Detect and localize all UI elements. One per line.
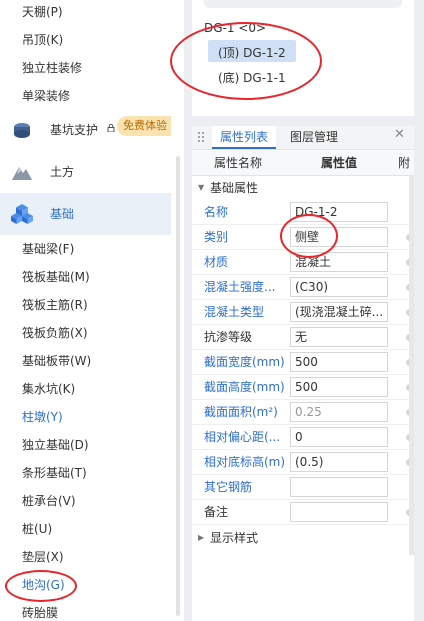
group-label: 显示样式 <box>210 531 259 545</box>
sidebar-item-pile[interactable]: 桩(U) <box>0 515 171 543</box>
sidebar-item-raft-main-rebar[interactable]: 筏板主筋(R) <box>0 291 171 319</box>
sidebar-item-isolated-footing[interactable]: 独立基础(D) <box>0 431 171 459</box>
tab-property-list[interactable]: 属性列表 <box>212 126 276 149</box>
property-name: 备注 <box>204 505 229 519</box>
close-icon[interactable]: ✕ <box>394 127 405 142</box>
property-name: 其它钢筋 <box>204 480 253 494</box>
property-value-input[interactable]: 500 <box>290 352 388 372</box>
property-row-other-rebar: 其它钢筋 <box>192 475 414 500</box>
column-header-value: 属性值 <box>321 156 358 170</box>
property-row-section-height: 截面高度(mm) 500 <box>192 375 414 400</box>
earthwork-icon <box>12 167 32 180</box>
annotation-ring-trench <box>5 570 77 602</box>
expand-triangle-icon: ▶ <box>198 533 205 542</box>
sidebar-item-strip-footing[interactable]: 条形基础(T) <box>0 459 171 487</box>
column-header-extra: 附 <box>398 156 411 170</box>
annotation-ring-tree <box>170 22 322 100</box>
property-name: 抗渗等级 <box>204 330 253 344</box>
sidebar-item-suspended-ceiling[interactable]: 吊顶(K) <box>0 26 171 54</box>
property-row-bottom-elevation: 相对底标高(m) (0.5) <box>192 450 414 475</box>
sidebar-item-column-decoration[interactable]: 独立柱装修 <box>0 54 171 82</box>
tree-toolbar <box>204 0 402 8</box>
sidebar-item-foundation-beam[interactable]: 基础梁(F) <box>0 235 171 263</box>
pit-support-icon <box>14 123 30 138</box>
property-value-input[interactable]: 0 <box>290 427 388 447</box>
annotation-ring-category <box>280 214 338 258</box>
sidebar-item-pile-cap[interactable]: 桩承台(V) <box>0 487 171 515</box>
column-header-name: 属性名称 <box>214 156 263 170</box>
property-name: 材质 <box>204 255 229 269</box>
sidebar-item-brick-mold[interactable]: 砖胎膜 <box>0 599 171 621</box>
component-sidebar: 天棚(P) 吊顶(K) 独立柱装修 单梁装修 基坑支护 免费体验 土方 基础 基… <box>0 0 171 621</box>
property-name: 相对偏心距(... <box>204 430 281 444</box>
property-name: 截面宽度(mm) <box>204 355 285 369</box>
property-value-readonly: 0.25 <box>290 402 388 422</box>
property-value-input[interactable]: 无 <box>290 327 388 347</box>
property-name: 混凝土强度... <box>204 280 276 294</box>
tab-layer-management[interactable]: 图层管理 <box>290 126 338 149</box>
property-name: 截面高度(mm) <box>204 380 285 394</box>
sidebar-item-cushion[interactable]: 垫层(X) <box>0 543 171 571</box>
sidebar-item-column-pier[interactable]: 柱墩(Y) <box>0 403 171 431</box>
property-row-concrete-strength: 混凝土强度... (C30) <box>192 275 414 300</box>
category-foundation[interactable]: 基础 <box>0 193 171 235</box>
sidebar-item-sump-pit[interactable]: 集水坑(K) <box>0 375 171 403</box>
property-row-section-area: 截面面积(m²) 0.25 <box>192 400 414 425</box>
property-name: 相对底标高(m) <box>204 455 286 469</box>
sidebar-scrollbar[interactable] <box>176 156 180 616</box>
property-row-remark: 备注 <box>192 500 414 525</box>
property-row-concrete-type: 混凝土类型 (现浇混凝土碎... <box>192 300 414 325</box>
sidebar-item-raft-foundation[interactable]: 筏板基础(M) <box>0 263 171 291</box>
lock-icon <box>107 124 115 132</box>
drag-grip-icon[interactable] <box>197 131 205 143</box>
sidebar-item-ceiling[interactable]: 天棚(P) <box>0 0 171 26</box>
category-label: 基础 <box>50 207 75 221</box>
sidebar-item-beam-decoration[interactable]: 单梁装修 <box>0 82 171 110</box>
category-label: 土方 <box>50 165 75 179</box>
property-name: 名称 <box>204 205 229 219</box>
group-label: 基础属性 <box>210 181 259 195</box>
panel-gap <box>192 116 414 126</box>
right-frame-edge <box>414 0 424 621</box>
property-value-input[interactable] <box>290 477 388 497</box>
collapse-triangle-icon: ▼ <box>198 183 205 192</box>
properties-scrollbar[interactable] <box>409 175 414 555</box>
property-row-section-width: 截面宽度(mm) 500 <box>192 350 414 375</box>
free-trial-badge[interactable]: 免费体验 <box>117 116 171 136</box>
property-name: 混凝土类型 <box>204 305 265 319</box>
property-row-impermeability: 抗渗等级 无 <box>192 325 414 350</box>
row-separator <box>192 524 414 525</box>
panel-divider[interactable] <box>184 0 192 621</box>
property-name: 类别 <box>204 230 229 244</box>
property-value-input[interactable] <box>290 502 388 522</box>
category-earthwork[interactable]: 土方 <box>0 151 171 193</box>
property-value-input[interactable]: (现浇混凝土碎... <box>290 302 388 322</box>
property-name: 截面面积(m²) <box>204 405 278 419</box>
property-row-eccentricity: 相对偏心距(... 0 <box>192 425 414 450</box>
property-value-input[interactable]: (0.5) <box>290 452 388 472</box>
sidebar-item-raft-negative-rebar[interactable]: 筏板负筋(X) <box>0 319 171 347</box>
group-basic-properties[interactable]: ▼ 基础属性 <box>192 177 414 199</box>
foundation-icon <box>11 204 33 224</box>
category-label: 基坑支护 <box>50 123 99 137</box>
group-display-style[interactable]: ▶ 显示样式 <box>192 527 414 549</box>
property-value-input[interactable]: 500 <box>290 377 388 397</box>
property-value-input[interactable]: (C30) <box>290 277 388 297</box>
sidebar-item-foundation-strip[interactable]: 基础板带(W) <box>0 347 171 375</box>
